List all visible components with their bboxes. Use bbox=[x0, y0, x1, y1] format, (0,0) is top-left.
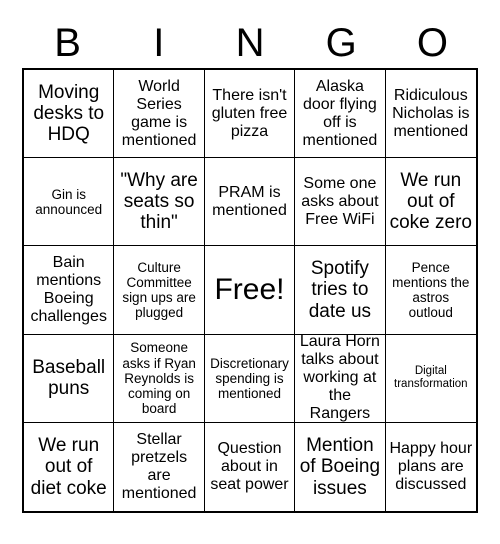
bingo-cell-label: Digital transformation bbox=[394, 365, 468, 391]
bingo-cell[interactable]: Culture Committee sign ups are plugged bbox=[114, 246, 205, 335]
bingo-cell-label: Ridiculous Nicholas is mentioned bbox=[392, 86, 470, 140]
bingo-cell[interactable]: PRAM is mentioned bbox=[204, 158, 296, 247]
bingo-cell[interactable]: Ridiculous Nicholas is mentioned bbox=[385, 70, 476, 159]
bingo-header-letter-g: G bbox=[325, 21, 357, 65]
bingo-cell[interactable]: Gin is announced bbox=[24, 158, 115, 247]
bingo-cell-label: Happy hour plans are discussed bbox=[389, 440, 473, 493]
bingo-cell-label: Free! bbox=[214, 273, 285, 307]
bingo-cell[interactable]: Some one asks about Free WiFi bbox=[295, 158, 386, 247]
bingo-cell[interactable]: We run out of coke zero bbox=[385, 158, 476, 247]
bingo-cell-label: Pence mentions the astros outloud bbox=[392, 259, 470, 321]
bingo-cell-label: We run out of coke zero bbox=[389, 169, 472, 234]
bingo-cell[interactable]: Digital transformation bbox=[385, 334, 476, 423]
bingo-cell-label: Discretionary spending is mentioned bbox=[210, 355, 289, 401]
bingo-cell-label: "Why are seats so thin" bbox=[120, 169, 198, 234]
bingo-cell[interactable]: World Series game is mentioned bbox=[114, 70, 205, 159]
bingo-cell-label: Stellar pretzels are mentioned bbox=[121, 431, 197, 502]
bingo-cell-label: Mention of Boeing issues bbox=[299, 434, 381, 499]
bingo-cell-label: We run out of diet coke bbox=[30, 434, 107, 499]
bingo-cell-label: Culture Committee sign ups are plugged bbox=[122, 259, 196, 321]
bingo-cell[interactable]: Mention of Boeing issues bbox=[295, 422, 386, 511]
bingo-cell-label: Some one asks about Free WiFi bbox=[301, 174, 379, 228]
bingo-cell-label: Moving desks to HDQ bbox=[33, 81, 105, 146]
bingo-header-letter-i: I bbox=[153, 21, 165, 65]
bingo-cell-label: Gin is announced bbox=[35, 186, 103, 217]
bingo-cell-label: Bain mentions Boeing challenges bbox=[30, 254, 107, 325]
bingo-cell-free[interactable]: Free! bbox=[204, 246, 296, 335]
bingo-cell[interactable]: Pence mentions the astros outloud bbox=[385, 246, 476, 335]
bingo-header-letter-n: N bbox=[235, 21, 265, 65]
bingo-cell[interactable]: Moving desks to HDQ bbox=[24, 70, 115, 159]
bingo-header-letter-o: O bbox=[416, 21, 448, 65]
bingo-cell-label: There isn't gluten free pizza bbox=[211, 86, 288, 140]
bingo-cell[interactable]: We run out of diet coke bbox=[24, 422, 115, 511]
bingo-cell[interactable]: Laura Horn talks about working at the Ra… bbox=[295, 334, 386, 423]
bingo-header: B I N G O bbox=[22, 18, 478, 68]
bingo-cell[interactable]: Spotify tries to date us bbox=[295, 246, 386, 335]
bingo-cell[interactable]: Someone asks if Ryan Reynolds is coming … bbox=[114, 334, 205, 423]
bingo-cell-label: Alaska door flying off is mentioned bbox=[302, 77, 378, 149]
bingo-cell[interactable]: There isn't gluten free pizza bbox=[204, 70, 296, 159]
bingo-cell[interactable]: Bain mentions Boeing challenges bbox=[24, 246, 115, 335]
bingo-cell[interactable]: Stellar pretzels are mentioned bbox=[114, 422, 205, 511]
bingo-cell[interactable]: Alaska door flying off is mentioned bbox=[295, 70, 386, 159]
bingo-cell[interactable]: Question about in seat power bbox=[204, 422, 296, 511]
bingo-cell[interactable]: "Why are seats so thin" bbox=[114, 158, 205, 247]
bingo-cell-label: Spotify tries to date us bbox=[308, 258, 372, 322]
bingo-grid: Moving desks to HDQ World Series game is… bbox=[22, 68, 478, 513]
bingo-header-letter-b: B bbox=[54, 21, 81, 65]
bingo-cell-label: Someone asks if Ryan Reynolds is coming … bbox=[122, 340, 196, 416]
bingo-cell[interactable]: Happy hour plans are discussed bbox=[385, 422, 476, 511]
bingo-card: B I N G O Moving desks to HDQ World Seri… bbox=[0, 0, 500, 544]
bingo-cell-label: PRAM is mentioned bbox=[212, 183, 287, 219]
bingo-cell-label: Laura Horn talks about working at the Ra… bbox=[299, 334, 380, 423]
bingo-cell-label: Question about in seat power bbox=[210, 440, 289, 493]
bingo-cell-label: Baseball puns bbox=[32, 356, 106, 400]
bingo-cell[interactable]: Baseball puns bbox=[24, 334, 115, 423]
bingo-cell[interactable]: Discretionary spending is mentioned bbox=[204, 334, 296, 423]
bingo-cell-label: World Series game is mentioned bbox=[121, 77, 197, 149]
